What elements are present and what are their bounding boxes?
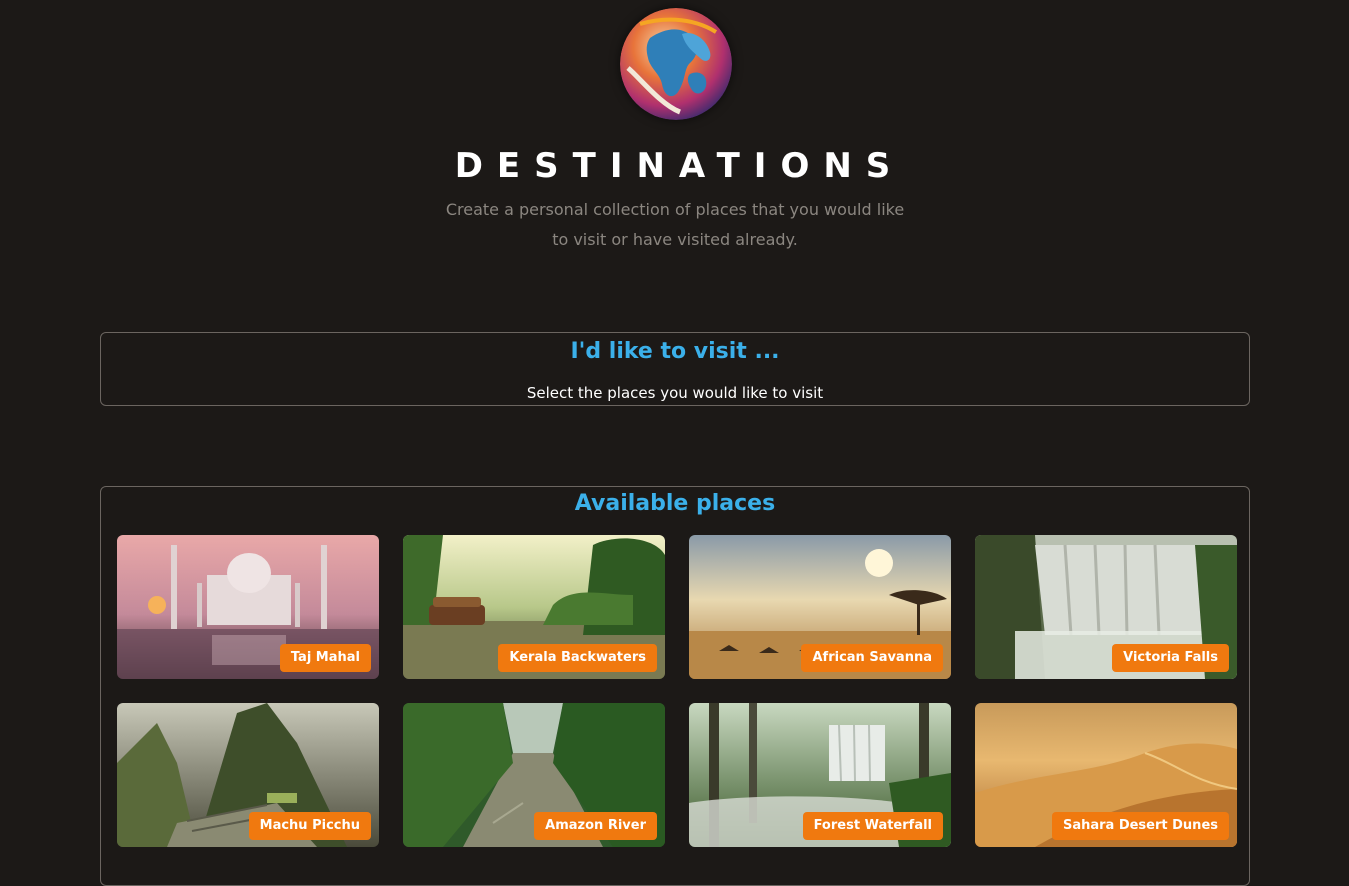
place-label: Machu Picchu bbox=[248, 812, 371, 840]
visit-section-title: I'd like to visit ... bbox=[570, 339, 780, 364]
place-label: Victoria Falls bbox=[1112, 644, 1229, 672]
place-card-taj-mahal[interactable]: Taj Mahal bbox=[117, 535, 379, 679]
place-card-amazon-river[interactable]: Amazon River bbox=[403, 703, 665, 847]
page-subtitle: Create a personal collection of places t… bbox=[445, 200, 905, 249]
available-places-title: Available places bbox=[574, 491, 776, 516]
place-card-machu-picchu[interactable]: Machu Picchu bbox=[117, 703, 379, 847]
place-label: Taj Mahal bbox=[279, 644, 371, 672]
visit-section: I'd like to visit ... Select the places … bbox=[100, 332, 1250, 406]
page-title: DESTINATIONS bbox=[454, 146, 905, 186]
available-places-section: Available places Taj Mahal Kerala Backwa… bbox=[100, 486, 1250, 886]
visit-fallback-text: Select the places you would like to visi… bbox=[526, 384, 824, 402]
place-label: African Savanna bbox=[801, 644, 943, 672]
place-card-african-savanna[interactable]: African Savanna bbox=[689, 535, 951, 679]
place-card-sahara-desert-dunes[interactable]: Sahara Desert Dunes bbox=[975, 703, 1237, 847]
place-card-kerala-backwaters[interactable]: Kerala Backwaters bbox=[403, 535, 665, 679]
place-label: Kerala Backwaters bbox=[498, 644, 657, 672]
place-label: Forest Waterfall bbox=[802, 812, 943, 840]
globe-logo bbox=[620, 8, 732, 120]
place-card-victoria-falls[interactable]: Victoria Falls bbox=[975, 535, 1237, 679]
place-card-forest-waterfall[interactable]: Forest Waterfall bbox=[689, 703, 951, 847]
place-label: Amazon River bbox=[534, 812, 657, 840]
place-label: Sahara Desert Dunes bbox=[1051, 812, 1229, 840]
places-grid: Taj Mahal Kerala Backwaters African Sava… bbox=[117, 535, 1237, 847]
